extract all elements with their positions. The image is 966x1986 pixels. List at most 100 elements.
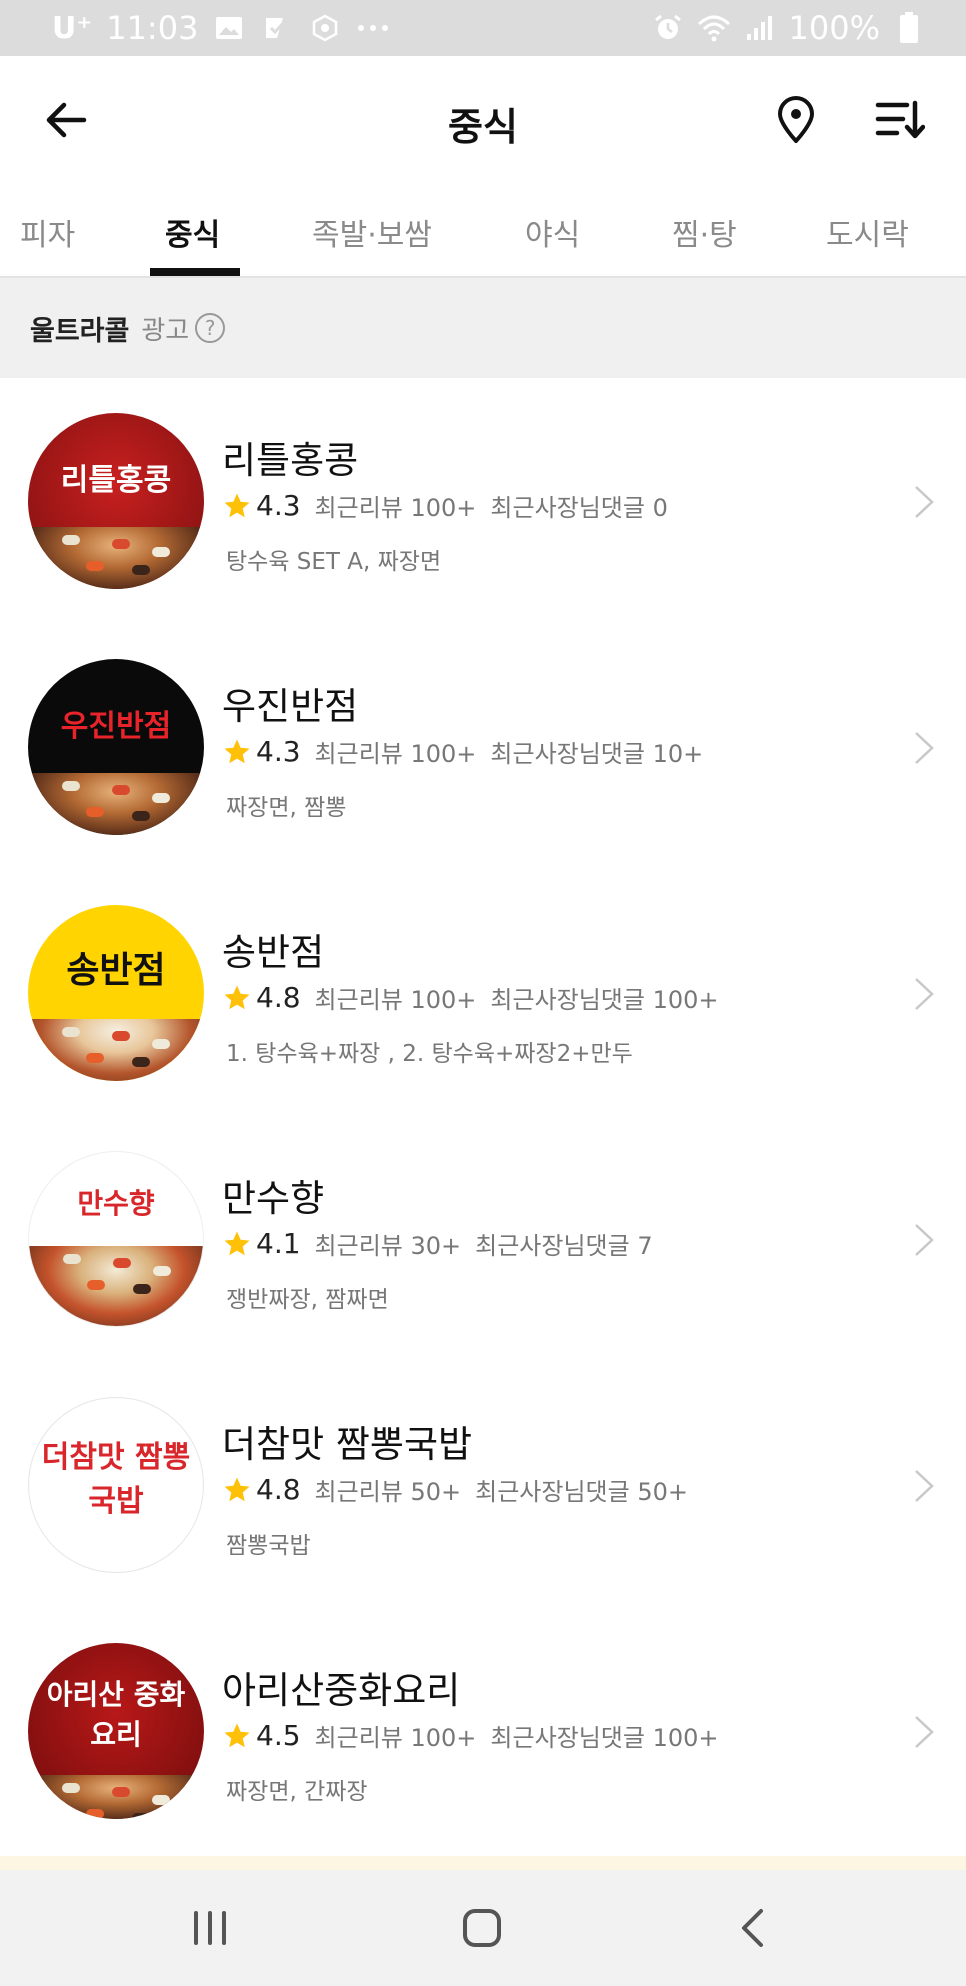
store-name: 더참맛 짬뽕국밥 [222,1423,473,1466]
review-count: 최근리뷰 100+ [314,494,477,522]
section-title: 울트라콜 [30,315,130,347]
store-menu: 짬뽕국밥 [226,1533,311,1559]
chevron-right-icon [915,1716,934,1748]
rating-value: 4.1 [256,1227,301,1260]
store-name: 만수향 [222,1177,325,1220]
review-count: 최근리뷰 100+ [314,1724,477,1752]
star-icon [224,493,250,517]
store-meta: 4.8 최근리뷰 50+ 최근사장님댓글 50+ [222,1472,702,1507]
battery-icon [892,11,926,45]
store-name: 송반점 [222,931,325,974]
category-tabs: 피자 중식 족발·보쌈 야식 찜·탕 도시락 [0,184,966,278]
owner-reply-count: 최근사장님댓글 50+ [475,1478,688,1506]
carrier-label: U⁺ [52,10,93,46]
food-image [28,773,204,835]
owner-reply-count: 최근사장님댓글 100+ [490,1724,719,1752]
status-left: U⁺ 11:03 [52,9,390,47]
tab-pizza[interactable]: 피자 [20,210,75,254]
tab-chinese[interactable]: 중식 [165,210,220,254]
status-right: 100% [651,9,926,47]
store-logo: 송반점 [28,905,204,1081]
food-image [28,1775,204,1819]
store-menu: 탕수육 SET A, 짜장면 [226,549,442,575]
chevron-right-icon [915,1470,934,1502]
store-meta: 4.1 최근리뷰 30+ 최근사장님댓글 7 [222,1226,667,1261]
more-dots-icon [356,11,390,45]
star-icon [224,1477,250,1501]
chevron-right-icon [915,732,934,764]
nav-back-icon [742,1909,763,1947]
wifi-icon [697,11,731,45]
store-logo: 더참맛 짬뽕국밥 [28,1397,204,1573]
chevron-right-icon [915,978,934,1010]
store-item[interactable]: 송반점 송반점 4.8 최근리뷰 100+ 최근사장님댓글 100+ 1. 탕수… [0,870,966,1116]
location-pin-icon [778,96,814,143]
owner-reply-count: 최근사장님댓글 0 [490,494,668,522]
store-logo: 만수향 [28,1151,204,1327]
logo-text: 아리산 중화요리 [46,1678,186,1751]
store-item[interactable]: 만수향 만수향 4.1 최근리뷰 30+ 최근사장님댓글 7 쟁반짜장, 짬짜면 [0,1116,966,1362]
tab-late-night[interactable]: 야식 [525,210,580,254]
store-menu: 짜장면, 간짜장 [226,1779,368,1805]
tab-jjim-tang[interactable]: 찜·탕 [672,210,737,254]
store-menu: 쟁반짜장, 짬짜면 [226,1287,389,1313]
chevron-right-icon [915,486,934,518]
status-time: 11:03 [106,9,199,47]
star-icon [224,1723,250,1747]
logo-text: 리틀홍콩 [60,463,172,498]
store-logo: 우진반점 [28,659,204,835]
store-meta: 4.3 최근리뷰 100+ 최근사장님댓글 10+ [222,734,717,769]
alarm-icon [651,11,685,45]
rating-value: 4.3 [256,489,301,522]
home-button[interactable] [452,1900,512,1956]
store-logo: 아리산 중화요리 [28,1643,204,1819]
rating-value: 4.8 [256,981,301,1014]
review-count: 최근리뷰 50+ [314,1478,462,1506]
review-count: 최근리뷰 30+ [314,1232,462,1260]
store-meta: 4.3 최근리뷰 100+ 최근사장님댓글 0 [222,488,682,523]
owner-reply-count: 최근사장님댓글 7 [475,1232,653,1260]
store-menu: 짜장면, 짬뽕 [226,795,347,821]
store-list: 리틀홍콩 리틀홍콩 4.3 최근리뷰 100+ 최근사장님댓글 0 탕수육 SE… [0,378,966,1854]
store-item[interactable]: 리틀홍콩 리틀홍콩 4.3 최근리뷰 100+ 최근사장님댓글 0 탕수육 SE… [0,378,966,624]
store-item[interactable]: 아리산 중화요리 아리산중화요리 4.5 최근리뷰 100+ 최근사장님댓글 1… [0,1608,966,1854]
image-icon [212,11,246,45]
store-meta: 4.5 최근리뷰 100+ 최근사장님댓글 100+ [222,1718,733,1753]
star-icon [224,985,250,1009]
food-image [28,1019,204,1081]
snowflake-icon [308,11,342,45]
ad-label: 광고 [141,315,190,346]
star-icon [224,739,250,763]
star-icon [224,1231,250,1255]
bottom-banner-edge [0,1856,966,1870]
logo-text: 송반점 [66,950,166,991]
chevron-right-icon [915,1224,934,1256]
help-icon[interactable]: ? [195,313,226,343]
store-menu: 1. 탕수육+짜장 , 2. 탕수육+짜장2+만두 [226,1041,633,1067]
system-back-button[interactable] [722,1900,782,1956]
tab-jokbal-bossam[interactable]: 족발·보쌈 [312,210,432,254]
arrow-left-icon [46,102,87,138]
section-header: 울트라콜 광고 ? [0,278,966,378]
sort-button[interactable] [872,92,928,148]
home-icon [463,1909,501,1947]
store-name: 리틀홍콩 [222,439,359,482]
rating-value: 4.5 [256,1719,301,1752]
review-count: 최근리뷰 100+ [314,986,477,1014]
logo-text: 우진반점 [60,709,172,744]
food-image [28,527,204,589]
store-item[interactable]: 더참맛 짬뽕국밥 더참맛 짬뽕국밥 4.8 최근리뷰 50+ 최근사장님댓글 5… [0,1362,966,1608]
location-button[interactable] [770,92,822,148]
logo-text: 만수향 [77,1187,155,1220]
store-item[interactable]: 우진반점 우진반점 4.3 최근리뷰 100+ 최근사장님댓글 10+ 짜장면,… [0,624,966,870]
back-button[interactable] [40,94,92,146]
app-header: 중식 [0,56,966,184]
food-image [29,1246,203,1326]
system-nav-bar [0,1870,966,1986]
recent-apps-button[interactable] [180,1900,240,1956]
rating-value: 4.3 [256,735,301,768]
recent-apps-icon [194,1911,226,1945]
tab-dosirak[interactable]: 도시락 [826,210,909,254]
active-tab-indicator [150,268,240,276]
review-count: 최근리뷰 100+ [314,740,477,768]
